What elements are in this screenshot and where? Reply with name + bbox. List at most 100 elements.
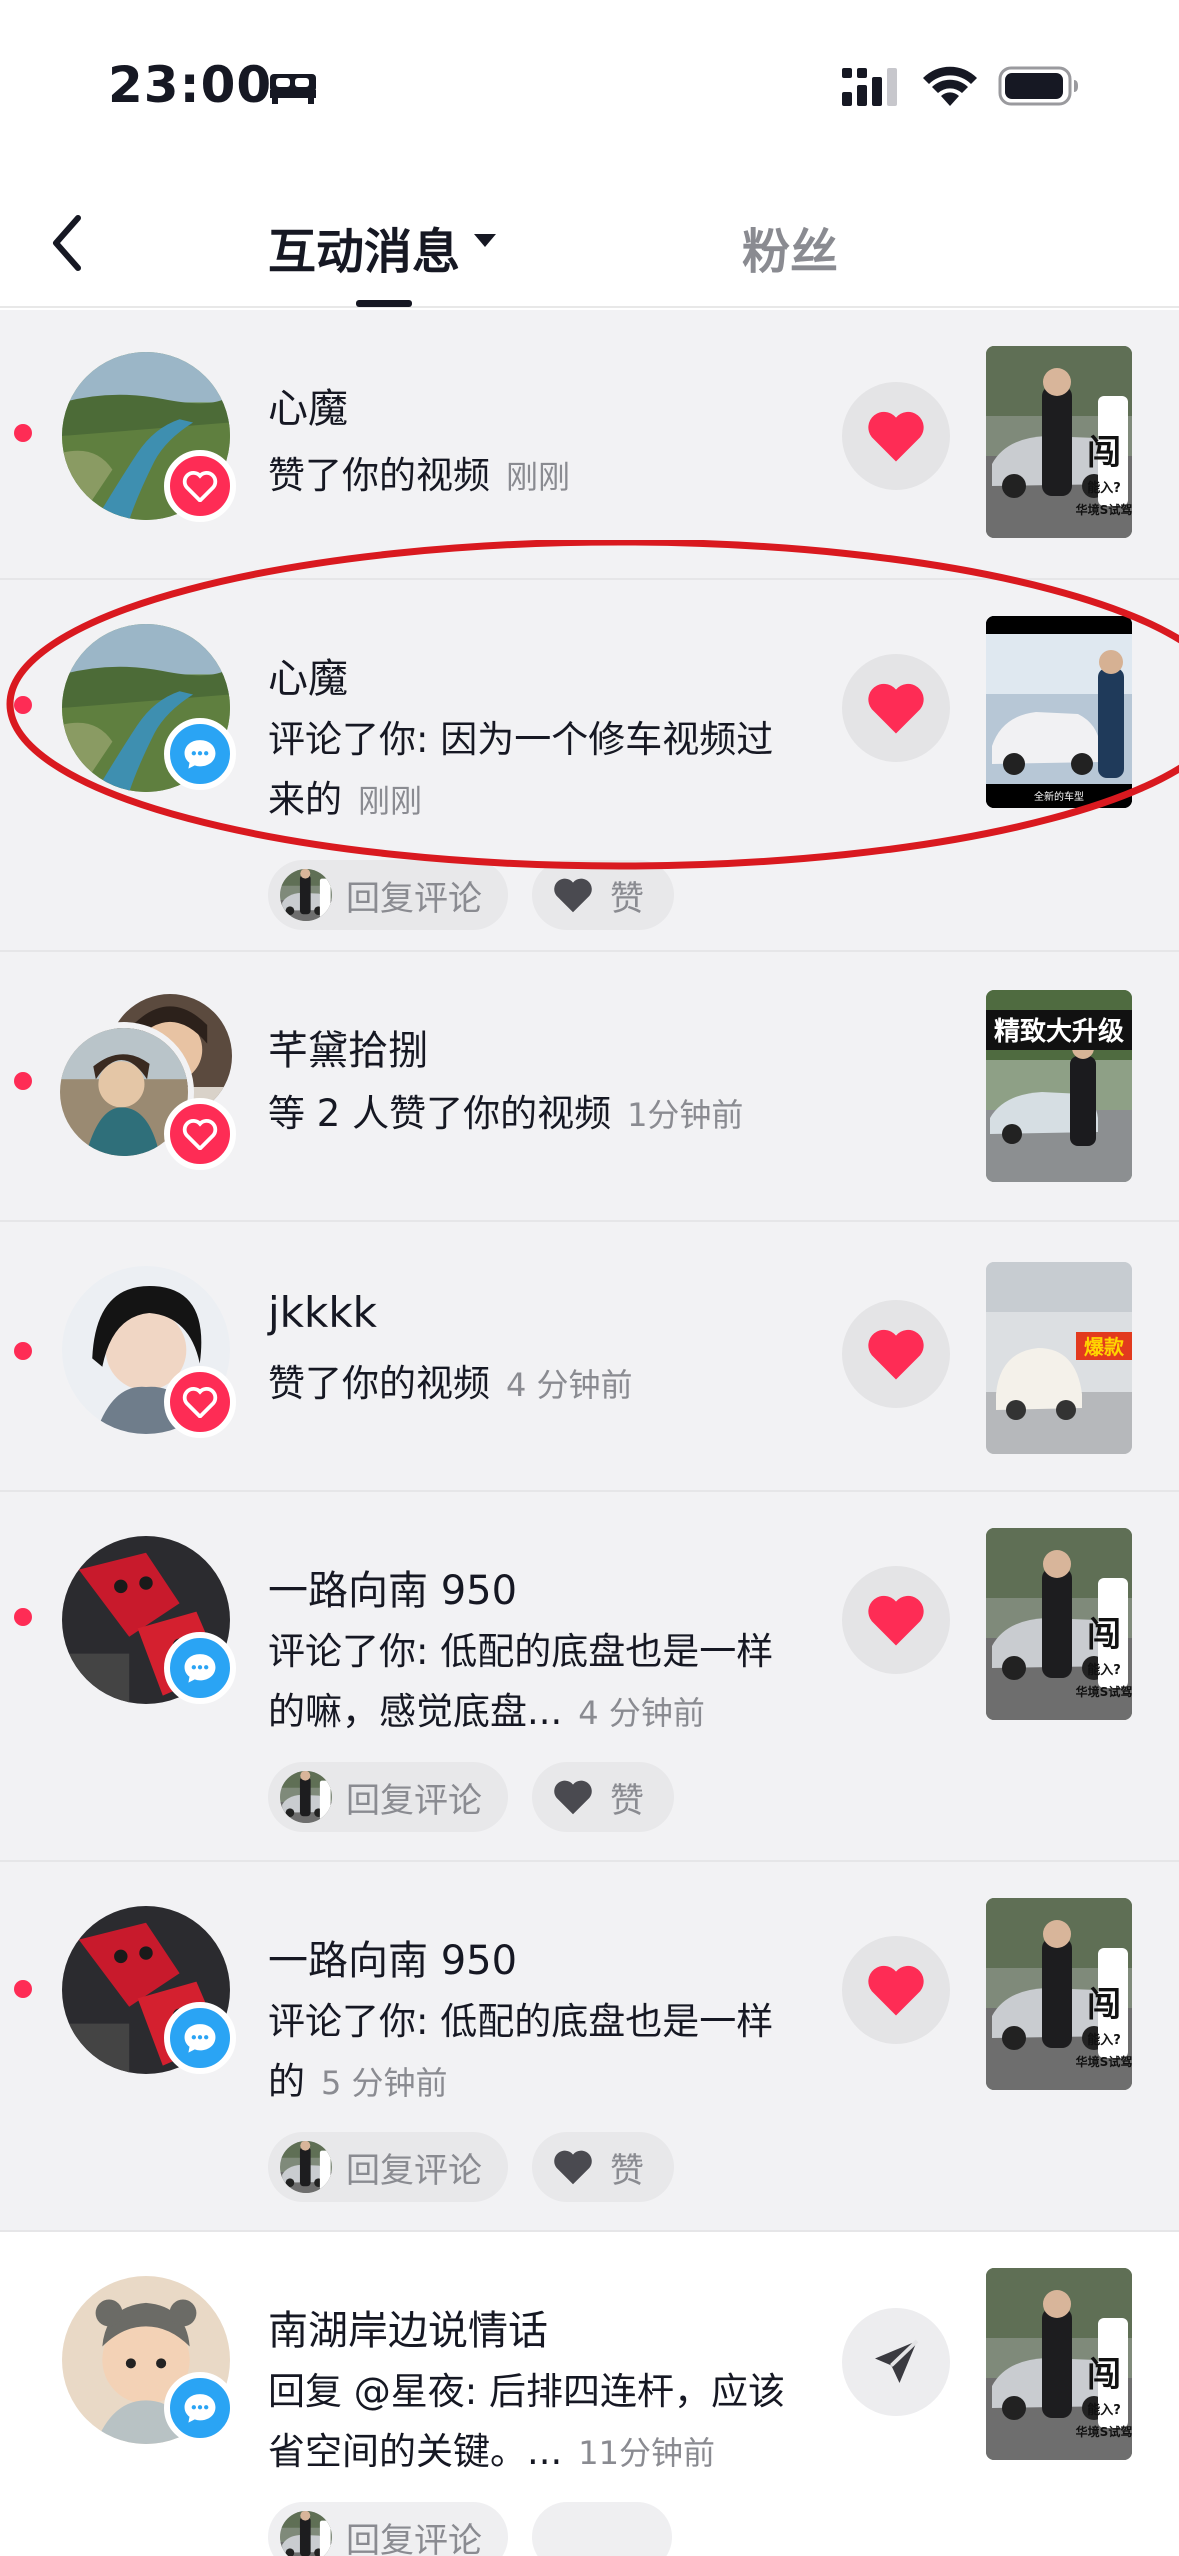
message-text: 等 2 人赞了你的视频 1分钟前	[268, 1084, 828, 1145]
thumb-caption: 爆款	[1084, 1335, 1125, 1359]
comment-badge-icon	[164, 2002, 236, 2074]
reply-comment-button[interactable]: 回复评论	[268, 860, 508, 930]
list-item[interactable]: 芊黛拾捌 等 2 人赞了你的视频 1分钟前 精致大升级	[0, 952, 1179, 1222]
message-text: 回复 @星夜: 后排四连杆，应该省空间的关键。... 11分钟前	[268, 2362, 808, 2483]
avatar	[280, 2511, 332, 2556]
like-comment-button[interactable]: 赞	[532, 860, 674, 930]
thumb-overlay-big: 闯	[1087, 433, 1121, 473]
avatar	[280, 1771, 332, 1823]
message-time: 4 分钟前	[506, 1366, 633, 1404]
like-button[interactable]	[842, 1300, 950, 1408]
thumb-overlay-line2: 华境S试驾	[1076, 1684, 1132, 1699]
comment-badge-icon	[164, 1632, 236, 1704]
like-comment-button[interactable]: 赞	[532, 2132, 674, 2202]
comment-badge-icon	[164, 2372, 236, 2444]
like-comment-label: 赞	[610, 878, 644, 919]
sender-name[interactable]: jkkkk	[268, 1288, 377, 1337]
heart-badge-icon	[164, 1098, 236, 1170]
video-thumbnail[interactable]: 闯 能入? 华境S试驾	[986, 346, 1132, 538]
list-item[interactable]: 南湖岸边说情话 回复 @星夜: 后排四连杆，应该省空间的关键。... 11分钟前 …	[0, 2232, 1179, 2556]
comment-actions: 回复评论 赞	[268, 1762, 674, 1832]
list-item[interactable]: 一路向南 950 评论了你: 低配的底盘也是一样的 5 分钟前 闯 能入? 华境S…	[0, 1862, 1179, 2232]
share-button[interactable]	[842, 2308, 950, 2416]
like-comment-label: 赞	[610, 1780, 644, 1821]
reply-comment-label: 回复评论	[346, 1780, 482, 1821]
reply-comment-label: 回复评论	[346, 878, 482, 919]
message-body: 赞了你的视频	[268, 1362, 490, 1405]
video-thumbnail[interactable]: 闯 能入? 华境S试驾	[986, 1898, 1132, 2090]
tab-interactions[interactable]: 互动消息	[268, 212, 460, 282]
thumb-overlay-line1: 能入?	[1087, 2402, 1121, 2418]
reply-comment-label: 回复评论	[346, 2520, 482, 2556]
like-button[interactable]	[842, 1936, 950, 2044]
message-time: 5 分钟前	[321, 2064, 448, 2102]
chevron-left-icon[interactable]	[44, 210, 92, 276]
heart-badge-icon	[164, 450, 236, 522]
like-comment-button[interactable]: 赞	[532, 1762, 674, 1832]
thumb-overlay-big: 闯	[1087, 1985, 1121, 2025]
message-time: 刚刚	[358, 782, 423, 820]
message-time: 4 分钟前	[578, 1694, 705, 1732]
thumb-overlay-line1: 能入?	[1087, 1662, 1121, 1678]
sender-name[interactable]: 心魔	[268, 376, 348, 434]
like-button[interactable]	[842, 1566, 950, 1674]
message-text: 评论了你: 低配的底盘也是一样的嘛，感觉底盘... 4 分钟前	[268, 1622, 808, 1743]
list-item[interactable]: 心魔 评论了你: 因为一个修车视频过来的 刚刚 全新的车型 回复评论 赞	[0, 580, 1179, 952]
comment-actions: 回复评论	[268, 2502, 672, 2556]
like-comment-label: 赞	[610, 2150, 644, 2191]
heart-outline-icon	[554, 878, 592, 913]
sender-name[interactable]: 一路向南 950	[268, 1928, 517, 1986]
unread-dot	[14, 1980, 32, 1998]
nav-header: 互动消息 粉丝	[0, 170, 1179, 308]
sender-name[interactable]: 一路向南 950	[268, 1558, 517, 1616]
thumb-overlay-big: 闯	[1087, 1615, 1121, 1655]
video-thumbnail[interactable]: 闯 能入? 华境S试驾	[986, 2268, 1132, 2460]
status-bar: 23:00	[0, 0, 1179, 170]
thumb-overlay-big: 闯	[1087, 2355, 1121, 2395]
comment-actions: 回复评论 赞	[268, 2132, 674, 2202]
heart-icon	[868, 683, 924, 734]
thumb-caption: 全新的车型	[1034, 790, 1084, 803]
signal-icon	[842, 68, 897, 106]
message-body: 赞了你的视频	[268, 454, 490, 497]
sender-name[interactable]: 芊黛拾捌	[268, 1018, 428, 1076]
message-body: 评论了你: 因为一个修车视频过来的	[268, 718, 774, 821]
thumb-overlay-line2: 华境S试驾	[1076, 2424, 1132, 2439]
caret-down-icon[interactable]	[474, 234, 496, 247]
heart-outline-icon	[554, 2150, 592, 2185]
like-button[interactable]	[842, 382, 950, 490]
like-button[interactable]	[842, 654, 950, 762]
unread-dot	[14, 696, 32, 714]
tab-fans[interactable]: 粉丝	[742, 212, 838, 282]
video-thumbnail[interactable]: 全新的车型	[986, 616, 1132, 808]
bed-icon	[270, 74, 316, 104]
reply-comment-button[interactable]: 回复评论	[268, 1762, 508, 1832]
status-time: 23:00	[108, 56, 273, 114]
avatar	[280, 2141, 332, 2193]
thumb-overlay-line1: 能入?	[1087, 480, 1121, 496]
thumb-overlay-line1: 能入?	[1087, 2032, 1121, 2048]
message-body: 等 2 人赞了你的视频	[268, 1092, 612, 1135]
thumb-overlay-line2: 华境S试驾	[1076, 2054, 1132, 2069]
sender-name[interactable]: 南湖岸边说情话	[268, 2298, 548, 2356]
list-item[interactable]: 一路向南 950 评论了你: 低配的底盘也是一样的嘛，感觉底盘... 4 分钟前 …	[0, 1492, 1179, 1862]
reply-comment-label: 回复评论	[346, 2150, 482, 2191]
message-list: 心魔 赞了你的视频 刚刚 闯 能入? 华境S试驾 心魔 评论了你: 因为一个修车视…	[0, 310, 1179, 2556]
like-comment-button[interactable]	[532, 2502, 672, 2556]
heart-icon	[868, 411, 924, 462]
unread-dot	[14, 1342, 32, 1360]
list-item[interactable]: jkkkk 赞了你的视频 4 分钟前 爆款	[0, 1222, 1179, 1492]
thumb-overlay-line2: 华境S试驾	[1076, 502, 1132, 517]
message-time: 11分钟前	[578, 2434, 716, 2472]
list-item[interactable]: 心魔 赞了你的视频 刚刚 闯 能入? 华境S试驾	[0, 310, 1179, 580]
video-thumbnail[interactable]: 闯 能入? 华境S试驾	[986, 1528, 1132, 1720]
heart-outline-icon	[554, 1780, 592, 1815]
avatar	[280, 869, 332, 921]
sender-name[interactable]: 心魔	[268, 646, 348, 704]
reply-comment-button[interactable]: 回复评论	[268, 2502, 508, 2556]
heart-icon	[868, 1965, 924, 2016]
message-text: 赞了你的视频 刚刚	[268, 446, 808, 507]
video-thumbnail[interactable]: 爆款	[986, 1262, 1132, 1454]
reply-comment-button[interactable]: 回复评论	[268, 2132, 508, 2202]
video-thumbnail[interactable]: 精致大升级	[986, 990, 1132, 1182]
